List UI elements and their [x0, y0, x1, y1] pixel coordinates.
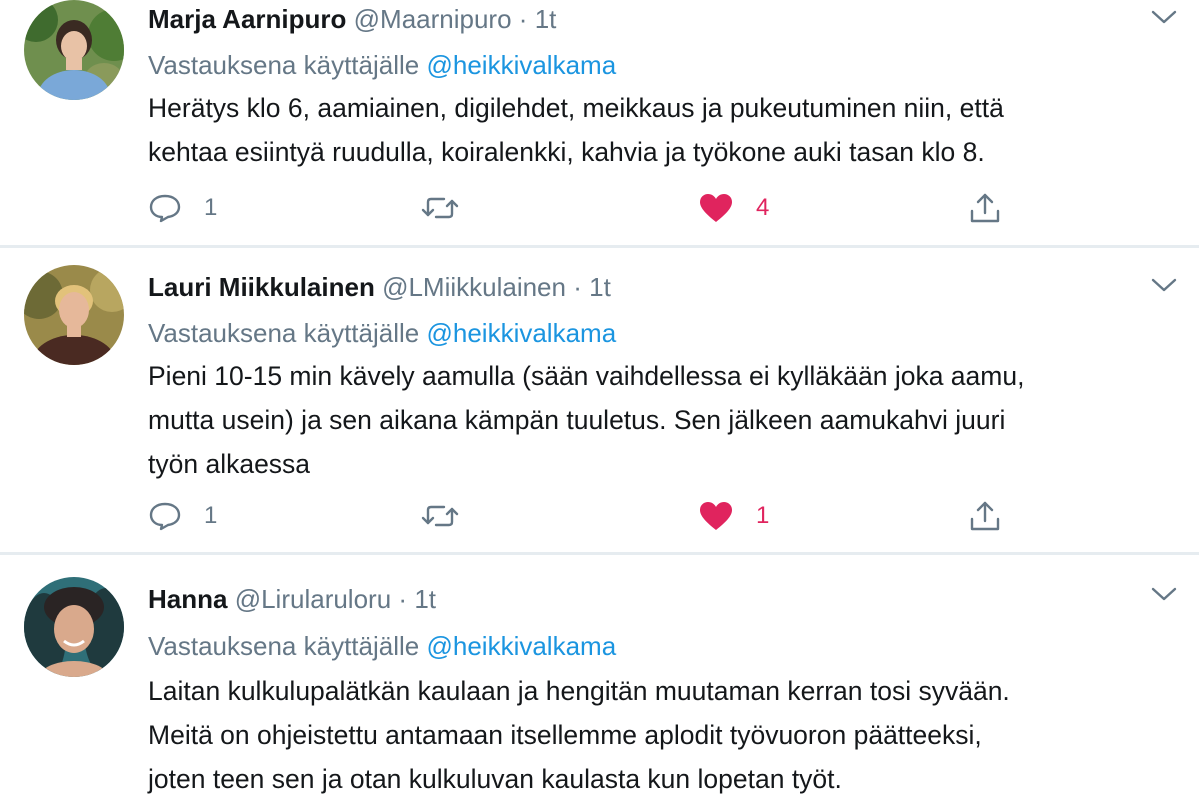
tweet-text-line: työn alkaessa: [148, 449, 311, 479]
tweet-text-line: Herätys klo 6, aamiainen, digilehdet, me…: [148, 93, 1004, 123]
replying-to: Vastauksena käyttäjälle @heikkivalkama: [148, 48, 616, 82]
avatar[interactable]: [24, 265, 124, 365]
share-button[interactable]: [968, 496, 1002, 536]
timestamp[interactable]: 1t: [589, 272, 611, 302]
tweet-header: Lauri Miikkulainen @LMiikkulainen · 1t: [148, 270, 1139, 304]
like-button[interactable]: 1: [698, 496, 769, 536]
chevron-down-icon[interactable]: [1149, 6, 1179, 28]
heart-icon: [700, 502, 732, 530]
timestamp[interactable]: 1t: [414, 584, 436, 614]
mention-link[interactable]: @heikkivalkama: [426, 631, 616, 661]
separator-dot: ·: [518, 4, 528, 34]
tweet-text-line: mutta usein) ja sen aikana kämpän tuulet…: [148, 405, 1006, 435]
reply-button[interactable]: 1: [148, 188, 217, 228]
reply-icon: [149, 502, 181, 531]
reply-count: 1: [204, 194, 218, 221]
tweet-text: Laitan kulkulupalätkän kaulaan ja hengit…: [148, 669, 1159, 801]
avatar[interactable]: [24, 0, 124, 100]
tweet-text-line: Meitä on ohjeistettu antamaan itsellemme…: [148, 720, 982, 750]
retweet-button[interactable]: [420, 188, 460, 228]
mention-link[interactable]: @heikkivalkama: [426, 318, 616, 348]
avatar-image: [24, 577, 124, 677]
like-count: 4: [756, 194, 770, 221]
chevron-down-icon[interactable]: [1149, 583, 1179, 605]
retweet-icon: [421, 505, 459, 527]
share-icon: [970, 193, 1000, 223]
share-icon: [970, 501, 1000, 531]
avatar[interactable]: [24, 577, 124, 677]
tweet-text: Pieni 10-15 min kävely aamulla (sään vai…: [148, 354, 1159, 486]
replying-label: Vastauksena käyttäjälle: [148, 318, 420, 348]
replying-label: Vastauksena käyttäjälle: [148, 50, 420, 80]
tweet-header: Hanna @Lirularuloru · 1t: [148, 582, 1139, 616]
replying-to: Vastauksena käyttäjälle @heikkivalkama: [148, 629, 616, 663]
author-handle[interactable]: @Lirularuloru: [235, 584, 391, 614]
tweet-text-line: joten teen sen ja otan kulkuluvan kaulas…: [148, 764, 842, 794]
separator-dot: ·: [573, 272, 582, 302]
retweet-button[interactable]: [420, 496, 460, 536]
share-button[interactable]: [968, 188, 1002, 228]
mention-link[interactable]: @heikkivalkama: [426, 50, 616, 80]
author-name[interactable]: Lauri Miikkulainen: [148, 272, 375, 302]
chevron-down-icon[interactable]: [1149, 274, 1179, 296]
like-count: 1: [756, 502, 770, 529]
tweet-actions: 1 1: [148, 496, 1148, 536]
tweet[interactable]: Marja Aarnipuro @Maarnipuro · 1t Vastauk…: [0, 0, 1199, 248]
author-name[interactable]: Hanna: [148, 584, 227, 614]
timestamp[interactable]: 1t: [535, 4, 557, 34]
tweet-actions: 1 4: [148, 188, 1148, 228]
tweet-text: Herätys klo 6, aamiainen, digilehdet, me…: [148, 86, 1159, 174]
reply-button[interactable]: 1: [148, 496, 217, 536]
reply-count: 1: [204, 502, 218, 529]
tweet-text-line: Laitan kulkulupalätkän kaulaan ja hengit…: [148, 676, 1010, 706]
tweet-text-line: kehtaa esiintyä ruudulla, koiralenkki, k…: [148, 137, 985, 167]
retweet-icon: [421, 197, 459, 219]
like-button[interactable]: 4: [698, 188, 769, 228]
separator-dot: ·: [398, 584, 408, 614]
tweet-text-line: Pieni 10-15 min kävely aamulla (sään vai…: [148, 361, 1025, 391]
author-handle[interactable]: @Maarnipuro: [354, 4, 512, 34]
replying-to: Vastauksena käyttäjälle @heikkivalkama: [148, 316, 616, 350]
avatar-image: [24, 265, 124, 365]
heart-icon: [700, 194, 732, 222]
replying-label: Vastauksena käyttäjälle: [148, 631, 420, 661]
reply-icon: [149, 194, 181, 223]
author-name[interactable]: Marja Aarnipuro: [148, 4, 346, 34]
tweet[interactable]: Lauri Miikkulainen @LMiikkulainen · 1t V…: [0, 248, 1199, 555]
avatar-image: [24, 0, 124, 100]
author-handle[interactable]: @LMiikkulainen: [382, 272, 566, 302]
tweet-header: Marja Aarnipuro @Maarnipuro · 1t: [148, 2, 1139, 36]
tweet[interactable]: Hanna @Lirularuloru · 1t Vastauksena käy…: [0, 555, 1199, 797]
